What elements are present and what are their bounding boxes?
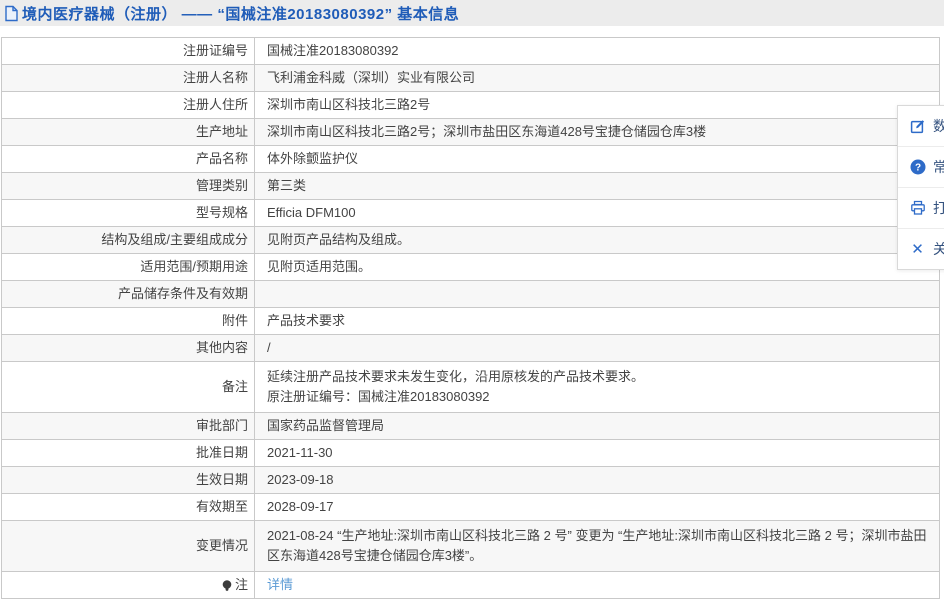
row-label: 注 [2, 572, 255, 598]
toolbar-item-data-correction[interactable]: 数据纠错 [898, 106, 944, 147]
row-value [255, 281, 939, 307]
row-label: 其他内容 [2, 335, 255, 361]
table-row: 型号规格 Efficia DFM100 [2, 200, 939, 227]
row-value: 体外除颤监护仪 [267, 151, 359, 166]
toolbar-item-label: 关闭 [933, 241, 944, 257]
table-row-note: 注 详情 [2, 572, 939, 599]
row-value: 国械注准20183080392 [267, 43, 399, 58]
row-value: 深圳市南山区科技北三路2号；深圳市盐田区东海道428号宝捷仓储园仓库3楼 [267, 124, 707, 139]
row-value: Efficia DFM100 [267, 205, 356, 220]
table-row: 审批部门 国家药品监督管理局 [2, 413, 939, 440]
row-label: 有效期至 [2, 494, 255, 520]
table-row: 有效期至 2028-09-17 [2, 494, 939, 521]
edit-icon [909, 118, 926, 135]
toolbar-item-close[interactable]: ✕ 关闭 [898, 229, 944, 269]
row-value: 见附页产品结构及组成。 [267, 232, 411, 247]
row-label: 产品名称 [2, 146, 255, 172]
page: 境内医疗器械（注册） —— “国械注准20183080392” 基本信息 注册证… [0, 0, 944, 603]
details-link[interactable]: 详情 [267, 575, 293, 595]
row-label: 管理类别 [2, 173, 255, 199]
row-value: 2021-11-30 [267, 445, 333, 460]
table-row: 结构及组成/主要组成成分 见附页产品结构及组成。 [2, 227, 939, 254]
row-label: 型号规格 [2, 200, 255, 226]
page-header: 境内医疗器械（注册） —— “国械注准20183080392” 基本信息 [0, 0, 944, 26]
row-value: 第三类 [267, 178, 307, 193]
toolbar-item-print[interactable]: 打印 [898, 188, 944, 229]
table-row: 产品储存条件及有效期 [2, 281, 939, 308]
table-row: 其他内容 / [2, 335, 939, 362]
toolbar-item-label: 数据纠错 [933, 118, 944, 134]
row-value: 飞利浦金科威（深圳）实业有限公司 [267, 70, 476, 85]
row-label: 适用范围/预期用途 [2, 254, 255, 280]
row-value: 2021-08-24 “生产地址:深圳市南山区科技北三路 2 号” 变更为 “生… [267, 528, 927, 563]
page-title: 境内医疗器械（注册） —— “国械注准20183080392” 基本信息 [22, 5, 460, 23]
table-row-change-history: 变更情况 2021-08-24 “生产地址:深圳市南山区科技北三路 2 号” 变… [2, 521, 939, 572]
row-label: 注册证编号 [2, 38, 255, 64]
close-icon: ✕ [911, 240, 924, 258]
document-icon [4, 5, 19, 22]
row-label: 审批部门 [2, 413, 255, 439]
row-value: 产品技术要求 [267, 313, 346, 328]
printer-icon [909, 200, 926, 217]
table-row-remark: 备注 延续注册产品技术要求未发生变化，沿用原核发的产品技术要求。 原注册证编号：… [2, 362, 939, 413]
row-value: 国家药品监督管理局 [267, 418, 385, 433]
row-label: 注册人住所 [2, 92, 255, 118]
bulb-icon [221, 579, 233, 593]
table-row: 注册人住所 深圳市南山区科技北三路2号 [2, 92, 939, 119]
row-value: 延续注册产品技术要求未发生变化，沿用原核发的产品技术要求。 原注册证编号：国械注… [267, 369, 645, 404]
table-row: 生产地址 深圳市南山区科技北三路2号；深圳市盐田区东海道428号宝捷仓储园仓库3… [2, 119, 939, 146]
svg-text:?: ? [914, 163, 920, 174]
row-label: 备注 [2, 362, 255, 412]
row-label: 产品储存条件及有效期 [2, 281, 255, 307]
row-value: 2028-09-17 [267, 499, 334, 514]
question-icon: ? [909, 159, 926, 176]
row-value: 深圳市南山区科技北三路2号 [267, 97, 431, 112]
row-label: 注册人名称 [2, 65, 255, 91]
row-value: 2023-09-18 [267, 472, 334, 487]
registration-info-table: 注册证编号 国械注准20183080392 注册人名称 飞利浦金科威（深圳）实业… [1, 37, 940, 599]
row-label: 附件 [2, 308, 255, 334]
toolbar-item-label: 常见问题 [933, 159, 944, 175]
row-label: 批准日期 [2, 440, 255, 466]
table-row: 管理类别 第三类 [2, 173, 939, 200]
row-value: / [267, 340, 271, 355]
table-row: 注册证编号 国械注准20183080392 [2, 38, 939, 65]
row-label: 结构及组成/主要组成成分 [2, 227, 255, 253]
toolbar-item-label: 打印 [933, 200, 944, 216]
note-label: 注 [234, 577, 248, 592]
row-label: 生产地址 [2, 119, 255, 145]
side-toolbar: 数据纠错 ? 常见问题 打印 ✕ 关闭 [897, 105, 944, 270]
toolbar-item-faq[interactable]: ? 常见问题 [898, 147, 944, 188]
table-row: 产品名称 体外除颤监护仪 [2, 146, 939, 173]
table-row: 附件 产品技术要求 [2, 308, 939, 335]
table-row: 适用范围/预期用途 见附页适用范围。 [2, 254, 939, 281]
table-row: 注册人名称 飞利浦金科威（深圳）实业有限公司 [2, 65, 939, 92]
row-value: 见附页适用范围。 [267, 259, 372, 274]
row-label: 生效日期 [2, 467, 255, 493]
table-row: 批准日期 2021-11-30 [2, 440, 939, 467]
table-row: 生效日期 2023-09-18 [2, 467, 939, 494]
row-label: 变更情况 [2, 521, 255, 571]
